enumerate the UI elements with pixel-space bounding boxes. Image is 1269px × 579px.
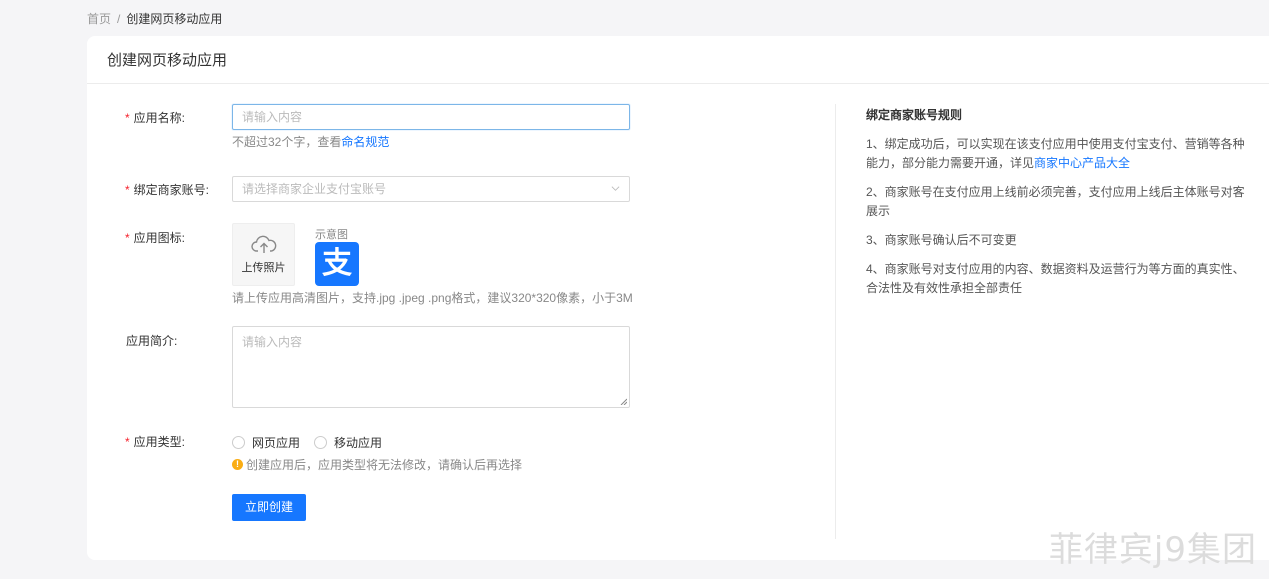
app-type-label: * 应用类型: xyxy=(125,435,186,449)
app-name-help: 不超过32个字，查看命名规范 xyxy=(232,135,390,149)
radio-mobile-app-label: 移动应用 xyxy=(334,436,383,450)
required-mark: * xyxy=(125,183,130,197)
breadcrumb: 首页 / 创建网页移动应用 xyxy=(87,10,222,27)
alipay-sample-icon: 支 xyxy=(315,242,359,286)
radio-web-app-label: 网页应用 xyxy=(252,436,301,450)
app-intro-label: 应用简介: xyxy=(126,334,178,348)
radio-circle[interactable] xyxy=(232,436,245,449)
breadcrumb-current: 创建网页移动应用 xyxy=(126,12,223,26)
app-icon-help: 请上传应用高清图片，支持.jpg .jpeg .png格式，建议320*320像… xyxy=(232,291,633,305)
upload-photo-label: 上传照片 xyxy=(241,261,286,274)
resize-handle-icon[interactable] xyxy=(620,398,627,405)
upload-photo-button[interactable]: 上传照片 xyxy=(232,223,295,286)
radio-web-app[interactable]: 网页应用 xyxy=(232,434,300,451)
sample-glyph: 支 xyxy=(322,246,352,281)
app-type-radio-group: 网页应用 移动应用 xyxy=(232,434,396,451)
merchant-placeholder: 请选择商家企业支付宝账号 xyxy=(242,182,387,196)
rules-panel: 绑定商家账号规则 1、绑定成功后，可以实现在该支付应用中使用支付宝支付、营销等各… xyxy=(866,106,1246,308)
required-mark: * xyxy=(125,231,130,245)
app-intro-placeholder: 请输入内容 xyxy=(242,335,303,349)
app-name-placeholder: 请输入内容 xyxy=(242,110,303,124)
card-header: 创建网页移动应用 xyxy=(87,36,1269,84)
rule-item: 1、绑定成功后，可以实现在该支付应用中使用支付宝支付、营销等各种能力，部分能力需… xyxy=(866,137,1245,170)
breadcrumb-home[interactable]: 首页 xyxy=(87,12,111,26)
watermark: 菲律宾j9集团 xyxy=(1048,530,1257,570)
chevron-down-icon xyxy=(611,186,620,191)
app-type-warning: ! 创建应用后，应用类型将无法修改，请确认后再选择 xyxy=(232,456,522,473)
create-now-button[interactable]: 立即创建 xyxy=(232,494,307,521)
radio-mobile-app[interactable]: 移动应用 xyxy=(314,434,382,451)
rules-title: 绑定商家账号规则 xyxy=(866,108,963,122)
cloud-upload-icon xyxy=(250,235,276,253)
product-catalog-link[interactable]: 商家中心产品大全 xyxy=(1034,156,1130,170)
rule-item: 2、商家账号在支付应用上线前必须完善，支付应用上线后主体账号对客展示 xyxy=(866,185,1245,218)
app-intro-textarea[interactable]: 请输入内容 xyxy=(232,326,630,408)
rule-item: 3、商家账号确认后不可变更 xyxy=(866,233,1017,247)
page-title: 创建网页移动应用 xyxy=(107,52,228,69)
merchant-select[interactable]: 请选择商家企业支付宝账号 xyxy=(232,176,630,202)
breadcrumb-separator: / xyxy=(117,12,121,26)
required-mark: * xyxy=(125,111,130,125)
app-icon-label: * 应用图标: xyxy=(125,231,186,245)
sample-label: 示意图 xyxy=(315,229,348,241)
app-name-label: * 应用名称: xyxy=(125,111,186,125)
merchant-label: * 绑定商家账号: xyxy=(125,183,210,197)
required-mark: * xyxy=(125,435,130,449)
main-card: 创建网页移动应用 * 应用名称: 请输入内容 不超过32个字，查看命名规范 * 绑定… xyxy=(87,36,1269,560)
vertical-divider xyxy=(835,104,836,539)
warning-icon: ! xyxy=(232,459,243,470)
radio-circle[interactable] xyxy=(314,436,328,449)
rule-item: 4、商家账号对支付应用的内容、数据资料及运营行为等方面的真实性、合法性及有效性承… xyxy=(866,262,1245,295)
naming-rules-link[interactable]: 命名规范 xyxy=(341,135,389,149)
app-name-input[interactable]: 请输入内容 xyxy=(232,104,630,130)
